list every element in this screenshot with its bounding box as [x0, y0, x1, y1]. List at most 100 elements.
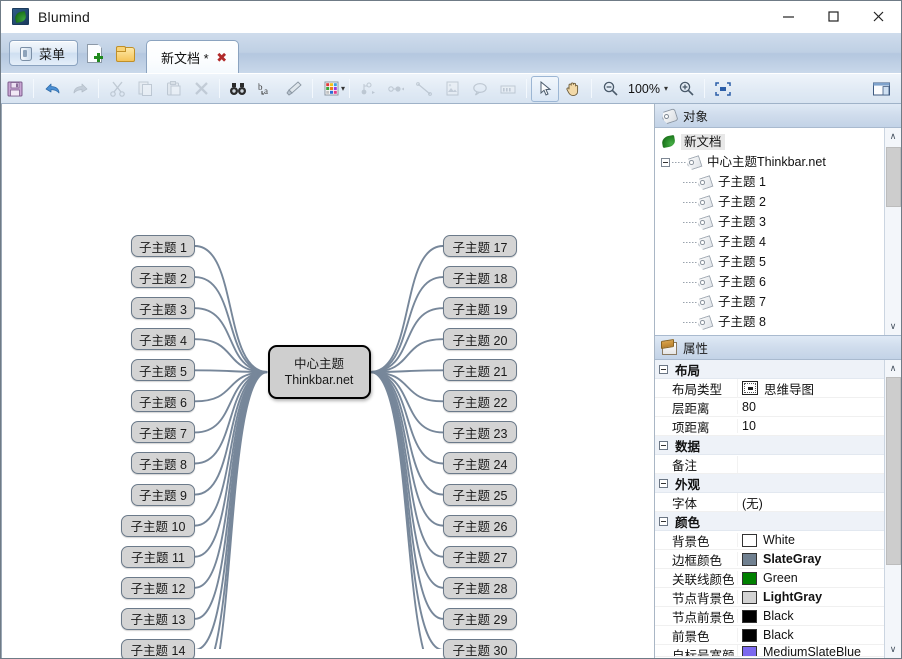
mindmap-node[interactable]: 子主题 26 — [443, 514, 517, 537]
property-group-header[interactable]: 布局 — [655, 360, 884, 379]
mindmap-node[interactable]: 子主题 24 — [443, 452, 517, 475]
scroll-track[interactable] — [885, 145, 902, 318]
scroll-down-icon[interactable]: ∨ — [885, 641, 902, 658]
mindmap-node[interactable]: 子主题 21 — [443, 359, 517, 382]
properties-scrollbar[interactable]: ∧ ∨ — [884, 360, 901, 658]
central-node[interactable]: 中心主题 Thinkbar.net — [267, 345, 371, 399]
color-swatch[interactable] — [742, 645, 757, 656]
progress-button[interactable] — [494, 76, 522, 102]
format-painter-button[interactable] — [280, 76, 308, 102]
scroll-thumb[interactable] — [885, 147, 901, 207]
new-document-button[interactable] — [82, 40, 108, 66]
color-swatch[interactable] — [742, 609, 757, 623]
property-group-header[interactable]: 颜色 — [655, 512, 884, 531]
color-swatch[interactable] — [742, 533, 757, 547]
color-swatch[interactable] — [742, 552, 757, 566]
property-group-header[interactable]: 数据 — [655, 436, 884, 455]
line-button[interactable] — [410, 76, 438, 102]
mindmap-node[interactable]: 子主题 28 — [443, 576, 517, 599]
menu-button[interactable]: 菜单 — [9, 40, 79, 66]
pan-tool-button[interactable] — [559, 76, 587, 102]
mindmap-node[interactable]: 子主题 4 — [131, 328, 195, 351]
property-value[interactable]: (无) — [737, 492, 884, 512]
mindmap-node[interactable]: 子主题 27 — [443, 545, 517, 568]
property-row[interactable]: 布局类型 思维导图 — [655, 378, 884, 398]
group-collapse-icon[interactable] — [659, 364, 668, 374]
tree-row-child[interactable]: 子主题 8 — [659, 312, 884, 332]
objects-tree[interactable]: 新文档 中心主题Thinkbar.net 子主题 1 子主题 2 子主题 3 子主题 4 子… — [655, 128, 884, 335]
scroll-up-icon[interactable]: ∧ — [885, 128, 902, 145]
property-value[interactable]: Black — [737, 628, 884, 642]
redo-button[interactable] — [66, 76, 94, 102]
mindmap-node[interactable]: 子主题 12 — [121, 576, 195, 599]
mindmap-node[interactable]: 子主题 14 — [121, 638, 195, 658]
insert-sibling-node-button[interactable] — [382, 76, 410, 102]
zoom-out-button[interactable] — [596, 76, 624, 102]
open-document-button[interactable] — [112, 40, 138, 66]
tree-row-child[interactable]: 子主题 5 — [659, 252, 884, 272]
objects-tree-scrollbar[interactable]: ∧ ∨ — [884, 128, 901, 335]
property-row[interactable]: 自标号宽颜色 MediumSlateBlue — [655, 645, 884, 657]
zoom-chevron-down-icon[interactable]: ▾ — [664, 84, 668, 93]
property-value[interactable]: MediumSlateBlue — [737, 645, 884, 656]
mindmap-node[interactable]: 子主题 9 — [131, 483, 195, 506]
tree-row-child[interactable]: 子主题 2 — [659, 192, 884, 212]
close-button[interactable] — [856, 1, 901, 32]
scroll-thumb[interactable] — [885, 377, 901, 565]
color-swatch[interactable] — [742, 590, 757, 604]
mindmap-node[interactable]: 子主题 18 — [443, 266, 517, 289]
property-value[interactable]: Black — [737, 609, 884, 623]
copy-button[interactable] — [131, 76, 159, 102]
property-row[interactable]: 关联线颜色 Green — [655, 569, 884, 588]
zoom-in-button[interactable] — [672, 76, 700, 102]
mindmap-node[interactable]: 子主题 11 — [121, 545, 195, 568]
properties-list[interactable]: 布局 布局类型 思维导图 层距离 80 项距离 10 数据 备注 外观 字体 (无) 颜色 背景色 Whit… — [655, 360, 884, 658]
toggle-panel-button[interactable] — [867, 76, 895, 102]
property-row[interactable]: 字体 (无) — [655, 492, 884, 512]
scroll-down-icon[interactable]: ∨ — [885, 318, 902, 335]
property-value[interactable] — [737, 455, 884, 473]
mindmap-node[interactable]: 子主题 7 — [131, 421, 195, 444]
mindmap-node[interactable]: 子主题 25 — [443, 483, 517, 506]
fit-to-screen-button[interactable] — [709, 76, 737, 102]
property-text-input[interactable] — [742, 455, 884, 473]
minimize-button[interactable] — [766, 1, 811, 32]
group-collapse-icon[interactable] — [659, 440, 668, 450]
property-row[interactable]: 节点前景色 Black — [655, 607, 884, 626]
select-tool-button[interactable] — [531, 75, 560, 102]
replace-button[interactable]: b a — [252, 76, 280, 102]
property-value[interactable]: SlateGray — [737, 552, 884, 566]
mindmap-node[interactable]: 子主题 30 — [443, 638, 517, 658]
group-collapse-icon[interactable] — [659, 516, 668, 526]
tree-row-child[interactable]: 子主题 6 — [659, 272, 884, 292]
mindmap-node[interactable]: 子主题 6 — [131, 390, 195, 413]
undo-button[interactable] — [38, 76, 66, 102]
mindmap-node[interactable]: 子主题 20 — [443, 328, 517, 351]
color-swatch[interactable] — [742, 571, 757, 585]
property-row[interactable]: 前景色 Black — [655, 626, 884, 645]
property-row[interactable]: 项距离 10 — [655, 417, 884, 436]
tree-row-child[interactable]: 子主题 3 — [659, 212, 884, 232]
tree-row-child[interactable]: 子主题 4 — [659, 232, 884, 252]
mindmap-node[interactable]: 子主题 5 — [131, 359, 195, 382]
property-value[interactable]: 思维导图 — [737, 378, 884, 398]
property-value[interactable]: LightGray — [737, 590, 884, 604]
delete-button[interactable] — [187, 76, 215, 102]
mindmap-node[interactable]: 子主题 8 — [131, 452, 195, 475]
close-tab-icon[interactable]: ✖ — [216, 51, 228, 64]
document-tab[interactable]: 新文档 * ✖ — [146, 40, 239, 73]
tree-row-child[interactable]: 子主题 1 — [659, 172, 884, 192]
property-row[interactable]: 节点背景色 LightGray — [655, 588, 884, 607]
mindmap-node[interactable]: 子主题 1 — [131, 235, 195, 257]
property-value[interactable]: White — [737, 533, 884, 547]
tree-row-central[interactable]: 中心主题Thinkbar.net — [659, 152, 884, 172]
color-dropdown-button[interactable]: ▾ — [339, 84, 345, 93]
mindmap-node[interactable]: 子主题 2 — [131, 266, 195, 289]
mindmap-node[interactable]: 子主题 13 — [121, 607, 195, 630]
scroll-track[interactable] — [885, 377, 902, 641]
mindmap-node[interactable]: 子主题 17 — [443, 235, 517, 257]
mindmap-canvas[interactable]: 中心主题 Thinkbar.net 子主题 1 子主题 2 子主题 3 子主题 4 子主题 … — [1, 104, 655, 658]
scroll-up-icon[interactable]: ∧ — [885, 360, 902, 377]
insert-child-node-button[interactable] — [354, 76, 382, 102]
property-row[interactable]: 边框颜色 SlateGray — [655, 550, 884, 569]
